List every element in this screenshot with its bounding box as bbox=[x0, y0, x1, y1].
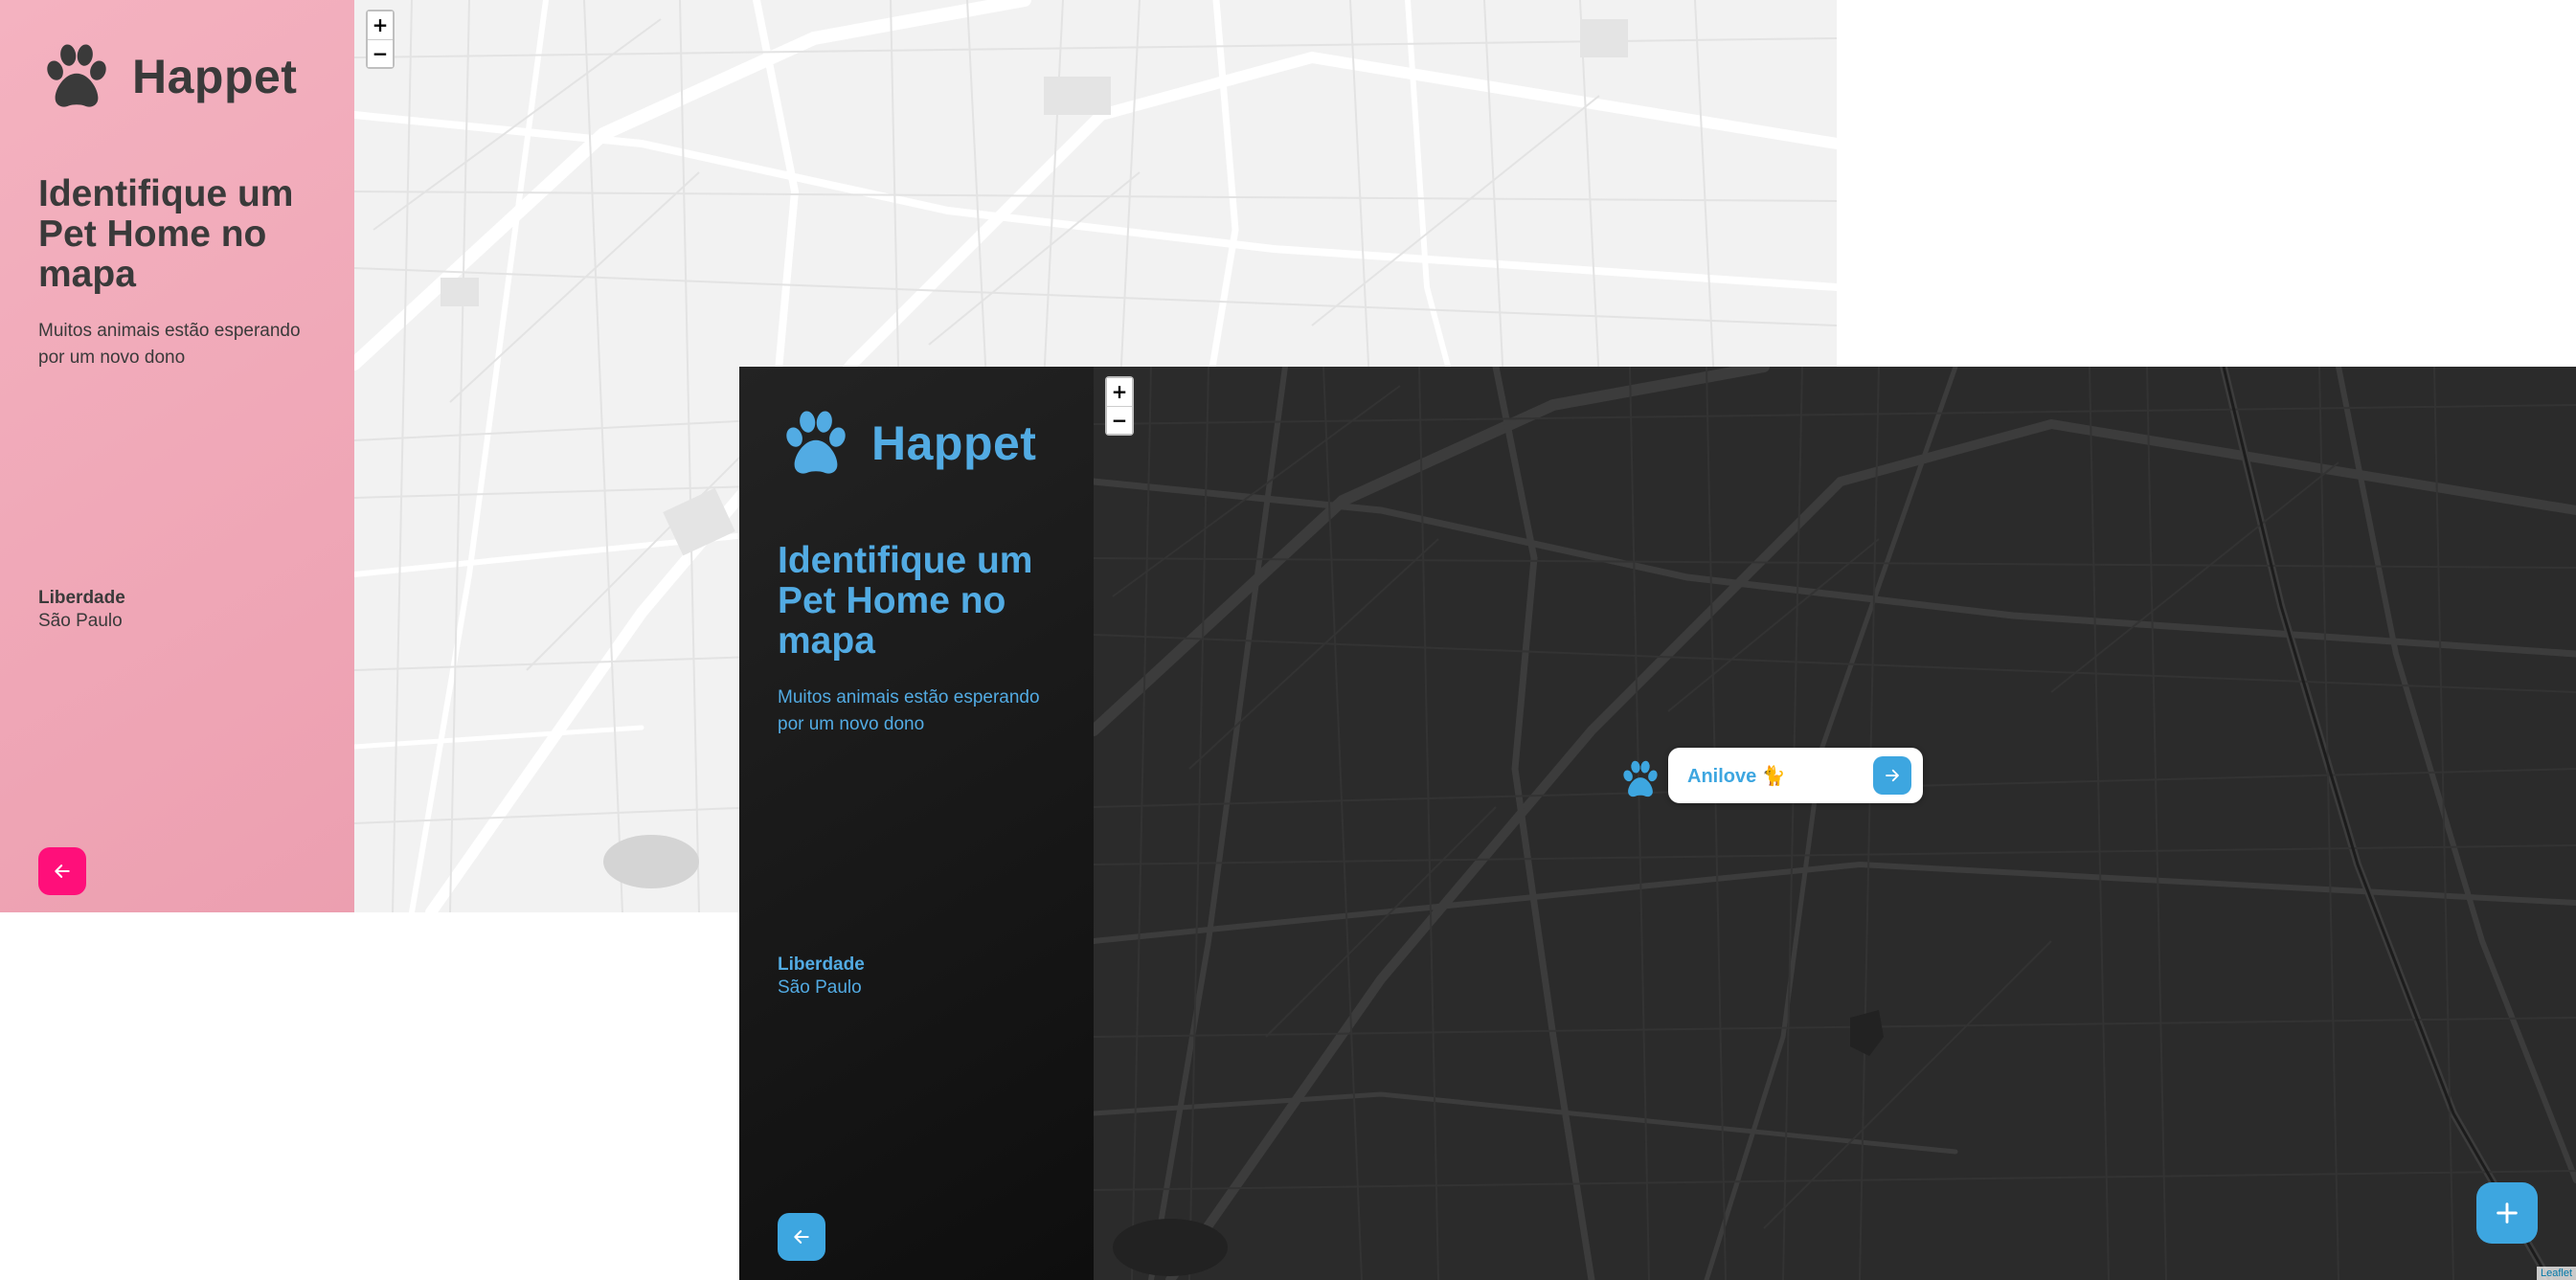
pet-home-popup: Anilove 🐈 bbox=[1668, 748, 1923, 803]
location: Liberdade São Paulo bbox=[778, 954, 865, 999]
map-tiles bbox=[1094, 367, 2576, 1280]
zoom-in-button[interactable]: + bbox=[1107, 378, 1132, 406]
sidebar: Happet Identifique um Pet Home no mapa M… bbox=[0, 0, 354, 912]
back-button[interactable] bbox=[38, 847, 86, 895]
popup-title: Anilove 🐈 bbox=[1687, 765, 1786, 787]
arrow-left-icon bbox=[794, 1230, 809, 1244]
sidebar: Happet Identifique um Pet Home no mapa M… bbox=[739, 367, 1094, 1280]
page-subtitle: Muitos animais estão esperando por um no… bbox=[778, 687, 1040, 734]
zoom-in-button[interactable]: + bbox=[368, 11, 393, 39]
paw-icon bbox=[786, 411, 846, 474]
arrow-left-icon bbox=[55, 865, 70, 878]
zoom-control: + − bbox=[366, 10, 395, 69]
map-marker[interactable] bbox=[1618, 757, 1662, 801]
location-state: São Paulo bbox=[778, 977, 862, 998]
brand: Happet bbox=[778, 405, 1055, 482]
brand-name: Happet bbox=[871, 416, 1037, 470]
arrow-right-icon bbox=[1886, 769, 1899, 782]
zoom-out-button[interactable]: − bbox=[1107, 406, 1132, 434]
map-attribution[interactable]: Leaflet bbox=[2536, 1267, 2576, 1280]
paw-marker-icon bbox=[1623, 760, 1658, 797]
location-city: Liberdade bbox=[38, 588, 125, 608]
page-title: Identifique um Pet Home no mapa bbox=[778, 540, 1033, 662]
plus-icon bbox=[2497, 1202, 2518, 1224]
open-pet-home-button[interactable] bbox=[1873, 756, 1911, 795]
brand: Happet bbox=[38, 38, 316, 115]
brand-name: Happet bbox=[132, 50, 298, 103]
paw-icon bbox=[47, 44, 106, 107]
location-state: São Paulo bbox=[38, 611, 123, 631]
location: Liberdade São Paulo bbox=[38, 587, 125, 633]
zoom-out-button[interactable]: − bbox=[368, 39, 393, 67]
add-pet-home-button[interactable] bbox=[2476, 1182, 2538, 1244]
zoom-control: + − bbox=[1105, 376, 1134, 436]
map[interactable]: + − Anilove 🐈 Leaflet bbox=[1094, 367, 2576, 1280]
back-button[interactable] bbox=[778, 1213, 825, 1261]
dark-theme-screen: Happet Identifique um Pet Home no mapa M… bbox=[739, 367, 2576, 1280]
page-title: Identifique um Pet Home no mapa bbox=[38, 173, 294, 295]
location-city: Liberdade bbox=[778, 954, 865, 975]
page-subtitle: Muitos animais estão esperando por um no… bbox=[38, 321, 301, 368]
